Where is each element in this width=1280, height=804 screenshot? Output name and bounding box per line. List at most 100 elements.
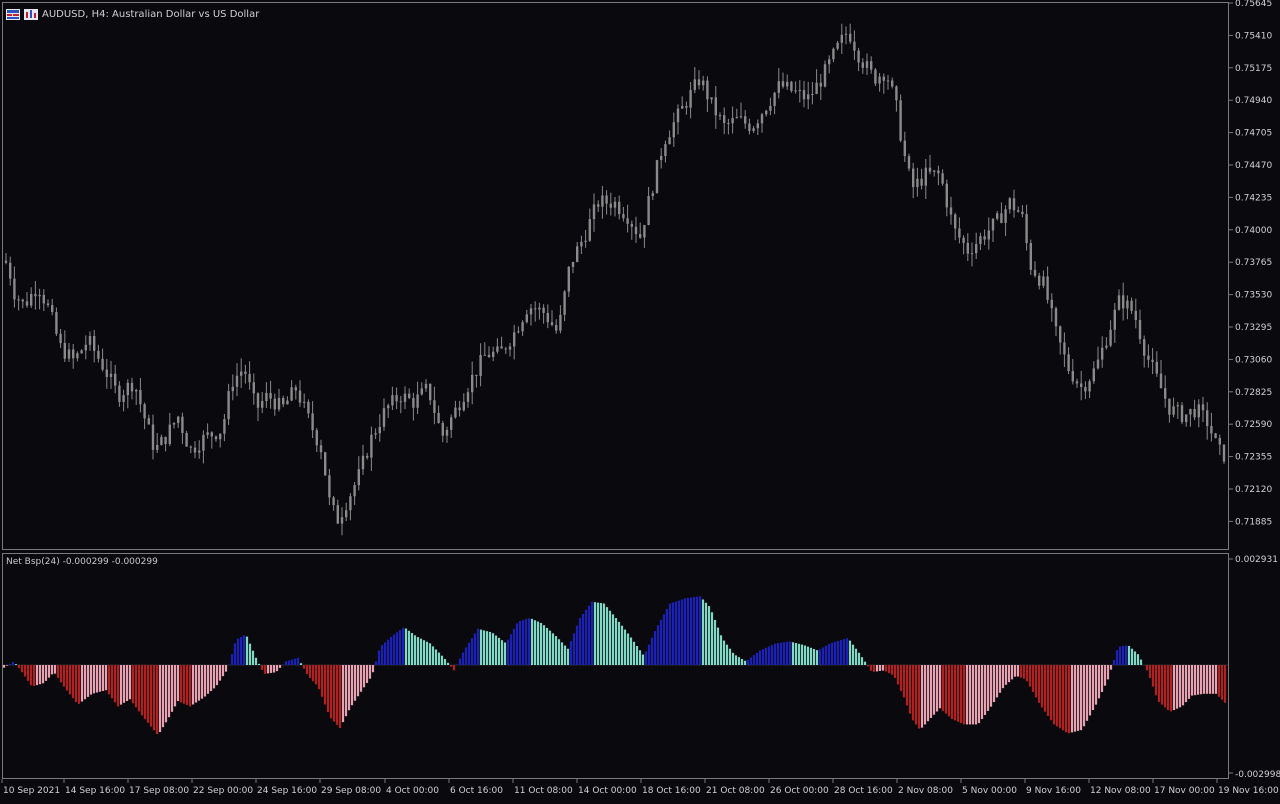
candle-body bbox=[46, 303, 50, 306]
price-pane[interactable] bbox=[2, 2, 1229, 550]
price-axis-label: 0.71885 bbox=[1235, 517, 1272, 527]
price-axis-label: 0.74705 bbox=[1235, 129, 1272, 139]
candle-body bbox=[1096, 359, 1100, 369]
candle-body bbox=[840, 34, 843, 43]
time-axis-label: 17 Nov 00:00 bbox=[1154, 786, 1215, 796]
candle-body bbox=[219, 433, 222, 440]
candle-body bbox=[676, 108, 680, 123]
window-list-icon[interactable] bbox=[6, 8, 20, 20]
candle-body bbox=[483, 354, 486, 356]
candle-body bbox=[903, 140, 906, 157]
candle-body bbox=[475, 374, 478, 376]
candle-body bbox=[580, 241, 583, 247]
candle-body bbox=[349, 496, 352, 511]
candle-body bbox=[223, 419, 226, 434]
candle-body bbox=[471, 374, 474, 393]
candle-body bbox=[832, 48, 835, 60]
candle-body bbox=[660, 155, 663, 161]
candle-body bbox=[723, 115, 726, 123]
candle-body bbox=[143, 404, 146, 419]
price-axis-label: 0.72590 bbox=[1235, 420, 1272, 430]
candle-body bbox=[235, 375, 239, 387]
candle-body bbox=[496, 346, 499, 352]
candle-body bbox=[891, 80, 894, 87]
candle-body bbox=[819, 82, 822, 87]
candle-body bbox=[445, 429, 449, 436]
candle-body bbox=[466, 392, 470, 402]
candle-body bbox=[987, 230, 990, 240]
candle-body bbox=[181, 416, 184, 434]
candle-body bbox=[1012, 198, 1016, 211]
price-axis-label: 0.74470 bbox=[1235, 161, 1272, 171]
candle-body bbox=[487, 354, 491, 358]
candle-body bbox=[697, 79, 701, 86]
candle-body bbox=[576, 246, 579, 262]
price-candles bbox=[4, 23, 1226, 536]
candle-body bbox=[983, 236, 986, 240]
candle-body bbox=[1122, 295, 1125, 309]
candle-body bbox=[1164, 388, 1167, 399]
candle-body bbox=[517, 331, 520, 333]
candle-body bbox=[1017, 210, 1020, 212]
candle-body bbox=[118, 385, 121, 402]
candle-body bbox=[240, 371, 243, 376]
candle-body bbox=[916, 178, 919, 188]
candle-body bbox=[420, 388, 423, 395]
candle-body bbox=[290, 387, 293, 401]
candle-body bbox=[1155, 361, 1158, 374]
time-axis-label: 26 Oct 00:00 bbox=[770, 786, 829, 796]
candle-body bbox=[882, 76, 885, 81]
candle-body bbox=[59, 333, 62, 344]
time-axis-label: 29 Sep 08:00 bbox=[321, 786, 381, 796]
candle-body bbox=[324, 452, 327, 476]
price-axis-label: 0.75175 bbox=[1235, 64, 1272, 74]
candle-body bbox=[282, 397, 285, 405]
candle-body bbox=[815, 82, 818, 95]
candle-body bbox=[97, 350, 100, 359]
candle-body bbox=[1004, 209, 1007, 223]
candle-body bbox=[1185, 414, 1188, 423]
candle-body bbox=[966, 242, 969, 254]
candle-body bbox=[34, 293, 37, 297]
candle-body bbox=[177, 416, 180, 423]
candle-body bbox=[1042, 276, 1045, 286]
chart-canvas[interactable]: 0.75645 0.75410 0.75175 0.74940 0.74705 0.744… bbox=[0, 0, 1280, 800]
candle-body bbox=[597, 204, 600, 207]
candle-body bbox=[592, 204, 596, 220]
candle-body bbox=[353, 485, 356, 497]
candle-body bbox=[67, 349, 71, 359]
candle-body bbox=[878, 76, 881, 84]
candle-body bbox=[156, 444, 159, 450]
candle-body bbox=[836, 42, 839, 49]
chart-window[interactable]: 0.75645 0.75410 0.75175 0.74940 0.74705 0.744… bbox=[0, 0, 1280, 800]
candle-body bbox=[189, 446, 192, 448]
time-axis-label: 17 Sep 08:00 bbox=[129, 786, 189, 796]
price-axis-label: 0.74000 bbox=[1235, 226, 1272, 236]
candle-body bbox=[256, 393, 260, 408]
candle-body bbox=[811, 94, 814, 96]
candle-body bbox=[1214, 433, 1217, 438]
chart-properties-icon[interactable] bbox=[24, 8, 38, 20]
time-axis-label: 24 Sep 16:00 bbox=[257, 786, 317, 796]
price-axis-label: 0.75645 bbox=[1235, 0, 1272, 9]
candle-body bbox=[613, 201, 617, 208]
candle-body bbox=[739, 116, 743, 118]
candle-body bbox=[206, 432, 209, 435]
candle-body bbox=[962, 237, 965, 243]
candle-body bbox=[1084, 386, 1087, 392]
candle-body bbox=[164, 436, 167, 445]
candle-body bbox=[634, 226, 638, 235]
candle-body bbox=[933, 170, 936, 172]
candle-body bbox=[1222, 444, 1226, 462]
candle-body bbox=[954, 214, 957, 229]
candle-body bbox=[72, 349, 75, 359]
candle-body bbox=[1000, 213, 1003, 223]
candle-body bbox=[1126, 300, 1129, 309]
candle-body bbox=[1113, 309, 1116, 330]
candle-body bbox=[865, 61, 869, 68]
candle-body bbox=[710, 97, 713, 100]
candle-body bbox=[105, 369, 108, 377]
candle-body bbox=[1063, 342, 1066, 355]
candle-body bbox=[433, 400, 436, 413]
chart-title-bar: AUDUSD, H4: Australian Dollar vs US Doll… bbox=[6, 6, 259, 22]
